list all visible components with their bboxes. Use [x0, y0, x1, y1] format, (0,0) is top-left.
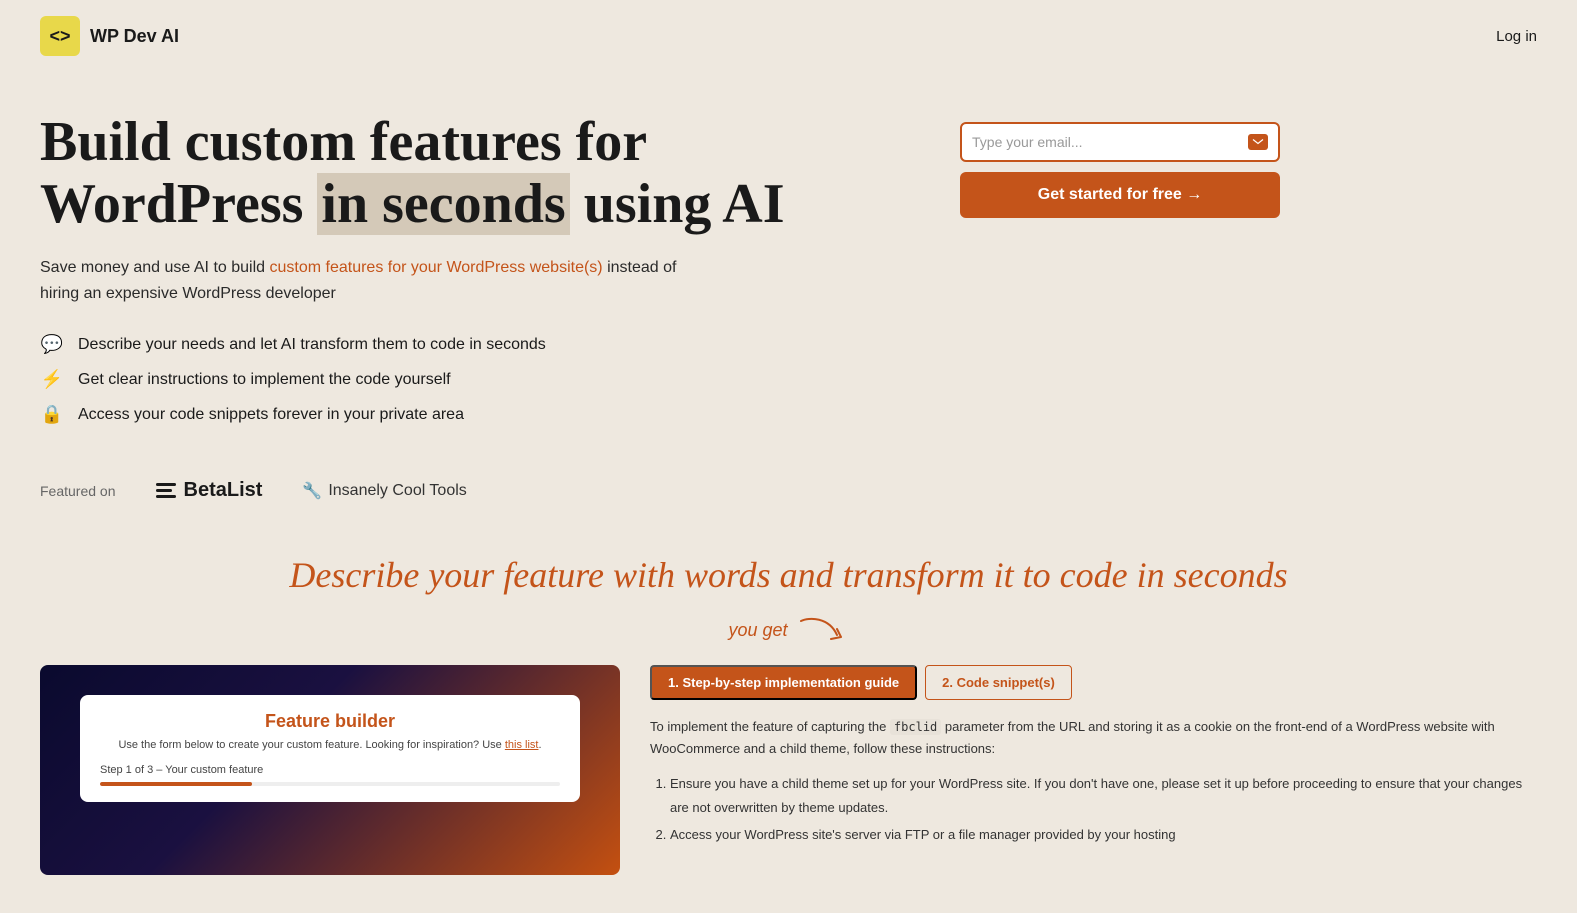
feature-item-3: 🔒 Access your code snippets forever in y… [40, 404, 900, 425]
feature-text-2: Get clear instructions to implement the … [78, 371, 451, 389]
hero-right: Get started for free → [960, 122, 1280, 218]
feature-item-1: 💬 Describe your needs and let AI transfo… [40, 334, 900, 355]
demo-screenshot: Feature builder Use the form below to cr… [40, 665, 620, 875]
hero-section: Build custom features for WordPress in s… [0, 72, 1577, 455]
cta-button[interactable]: Get started for free → [960, 172, 1280, 218]
betalist-logo: BetaList [156, 479, 263, 502]
betalist-line-2 [156, 489, 172, 492]
demo-list-item-1: Ensure you have a child theme set up for… [670, 772, 1537, 819]
lock-icon: 🔒 [40, 404, 64, 425]
email-input-wrapper [960, 122, 1280, 162]
featured-label: Featured on [40, 483, 116, 499]
demo-tabs: 1. Step-by-step implementation guide 2. … [650, 665, 1537, 700]
you-get-wrapper: you get [0, 609, 1577, 665]
code-snippet: fbclid [890, 719, 941, 735]
hero-title-line2-end: using AI [570, 173, 785, 235]
demo-tab-1[interactable]: 1. Step-by-step implementation guide [650, 665, 917, 700]
lightning-icon: ⚡ [40, 369, 64, 390]
insanely-cool-tools: 🔧 Insanely Cool Tools [302, 481, 466, 501]
feature-text-3: Access your code snippets forever in you… [78, 406, 464, 424]
hero-title-line1: Build custom features for [40, 111, 647, 173]
feature-list: 💬 Describe your needs and let AI transfo… [40, 334, 900, 425]
subtitle-link[interactable]: custom features for your WordPress websi… [269, 259, 602, 276]
betalist-icon [156, 483, 176, 498]
brand: <> WP Dev AI [40, 16, 179, 56]
demo-card-subtitle: Use the form below to create your custom… [100, 738, 560, 753]
navbar: <> WP Dev AI Log in [0, 0, 1577, 72]
demo-description: To implement the feature of capturing th… [650, 716, 1537, 760]
demo-card-step: Step 1 of 3 – Your custom feature [100, 764, 560, 776]
demo-section: Feature builder Use the form below to cr… [0, 665, 1577, 875]
wrench-icon: 🔧 [302, 481, 322, 501]
logo-icon: <> [40, 16, 80, 56]
arrow-icon [799, 617, 849, 645]
hero-title-line2-plain: WordPress [40, 173, 317, 235]
chat-icon: 💬 [40, 334, 64, 355]
hero-subtitle: Save money and use AI to build custom fe… [40, 255, 720, 306]
betalist-line-3 [156, 495, 176, 498]
betalist-name: BetaList [184, 479, 263, 502]
demo-card-title: Feature builder [100, 711, 560, 732]
email-icon [1248, 134, 1268, 150]
demo-progress-fill [100, 782, 252, 786]
demo-right: 1. Step-by-step implementation guide 2. … [650, 665, 1537, 850]
email-input[interactable] [972, 130, 1248, 154]
demo-inner-card: Feature builder Use the form below to cr… [80, 695, 580, 801]
insanely-cool-label: Insanely Cool Tools [328, 482, 466, 500]
section-describe: Describe your feature with words and tra… [0, 512, 1577, 609]
feature-item-2: ⚡ Get clear instructions to implement th… [40, 369, 900, 390]
brand-name: WP Dev AI [90, 26, 179, 47]
demo-progress-bar [100, 782, 560, 786]
feature-text-1: Describe your needs and let AI transform… [78, 336, 546, 354]
you-get-label: you get [728, 620, 787, 640]
hero-title: Build custom features for WordPress in s… [40, 112, 900, 235]
you-get-text: you get [728, 617, 848, 645]
hero-left: Build custom features for WordPress in s… [40, 112, 900, 425]
describe-title: Describe your feature with words and tra… [40, 552, 1537, 599]
demo-card-link[interactable]: this list [505, 739, 539, 751]
demo-tab-2[interactable]: 2. Code snippet(s) [925, 665, 1072, 700]
login-link[interactable]: Log in [1496, 28, 1537, 45]
hero-title-highlight: in seconds [317, 173, 569, 235]
featured-on-section: Featured on BetaList 🔧 Insanely Cool Too… [0, 455, 1577, 512]
demo-list-item-2: Access your WordPress site's server via … [670, 823, 1537, 846]
betalist-line-1 [156, 483, 176, 486]
demo-list: Ensure you have a child theme set up for… [650, 772, 1537, 846]
